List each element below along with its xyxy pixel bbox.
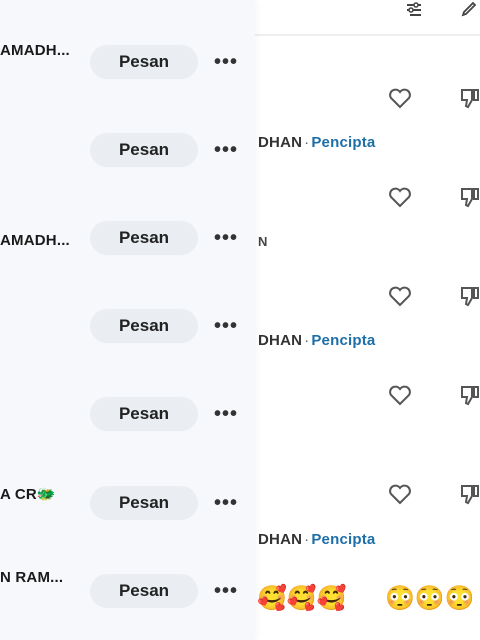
user-list-panel: AMADH... Pesan ••• Pesan ••• AMADH... Pe… bbox=[0, 0, 255, 640]
more-options-button[interactable]: ••• bbox=[210, 492, 242, 514]
creator-badge: Pencipta bbox=[311, 531, 376, 548]
message-button[interactable]: Pesan bbox=[90, 574, 198, 608]
heart-icon[interactable] bbox=[388, 186, 412, 208]
user-name[interactable]: N RAM... bbox=[0, 569, 63, 586]
user-name[interactable]: AMADH... bbox=[0, 232, 70, 249]
list-item[interactable]: Pesan ••• bbox=[0, 392, 255, 432]
more-options-button[interactable]: ••• bbox=[210, 51, 242, 73]
separator: · bbox=[304, 134, 310, 151]
more-options-button[interactable]: ••• bbox=[210, 139, 242, 161]
separator: · bbox=[304, 531, 310, 548]
emoji-reactions: 😳😳😳 bbox=[385, 585, 475, 612]
heart-icon[interactable] bbox=[388, 285, 412, 307]
separator: · bbox=[304, 332, 310, 349]
list-item[interactable]: Pesan ••• bbox=[0, 128, 255, 168]
list-item[interactable]: Pesan ••• bbox=[0, 304, 255, 344]
dislike-icon[interactable] bbox=[458, 384, 480, 406]
edit-icon[interactable] bbox=[460, 0, 478, 18]
author-name[interactable]: DHAN bbox=[258, 531, 302, 548]
list-item[interactable]: A CR🐲 Pesan ••• bbox=[0, 481, 255, 521]
message-button[interactable]: Pesan bbox=[90, 486, 198, 520]
dislike-icon[interactable] bbox=[458, 87, 480, 109]
list-item[interactable]: N RAM... Pesan ••• bbox=[0, 569, 255, 609]
creator-badge: Pencipta bbox=[311, 134, 376, 151]
more-options-button[interactable]: ••• bbox=[210, 315, 242, 337]
dislike-icon[interactable] bbox=[458, 483, 480, 505]
message-button[interactable]: Pesan bbox=[90, 309, 198, 343]
emoji-reactions: 🥰🥰🥰 bbox=[257, 585, 347, 612]
more-options-button[interactable]: ••• bbox=[210, 227, 242, 249]
message-button[interactable]: Pesan bbox=[90, 45, 198, 79]
heart-icon[interactable] bbox=[388, 483, 412, 505]
user-name[interactable]: AMADH... bbox=[0, 42, 70, 59]
comment-author-line: DHAN · Pencipta bbox=[258, 134, 375, 151]
message-button[interactable]: Pesan bbox=[90, 397, 198, 431]
message-button[interactable]: Pesan bbox=[90, 221, 198, 255]
heart-icon[interactable] bbox=[388, 384, 412, 406]
heart-icon[interactable] bbox=[388, 87, 412, 109]
more-options-button[interactable]: ••• bbox=[210, 580, 242, 602]
user-name[interactable]: A CR🐲 bbox=[0, 485, 56, 503]
comment-text-fragment: N bbox=[258, 234, 268, 249]
comment-author-line: DHAN · Pencipta bbox=[258, 531, 375, 548]
list-item[interactable]: AMADH... Pesan ••• bbox=[0, 216, 255, 256]
author-name[interactable]: DHAN bbox=[258, 332, 302, 349]
creator-badge: Pencipta bbox=[311, 332, 376, 349]
author-name[interactable]: DHAN bbox=[258, 134, 302, 151]
comment-author-line: DHAN · Pencipta bbox=[258, 332, 375, 349]
message-button[interactable]: Pesan bbox=[90, 133, 198, 167]
dislike-icon[interactable] bbox=[458, 285, 480, 307]
more-options-button[interactable]: ••• bbox=[210, 403, 242, 425]
list-item[interactable]: AMADH... Pesan ••• bbox=[0, 40, 255, 80]
filter-icon[interactable] bbox=[405, 0, 423, 18]
divider bbox=[255, 34, 480, 36]
dislike-icon[interactable] bbox=[458, 186, 480, 208]
